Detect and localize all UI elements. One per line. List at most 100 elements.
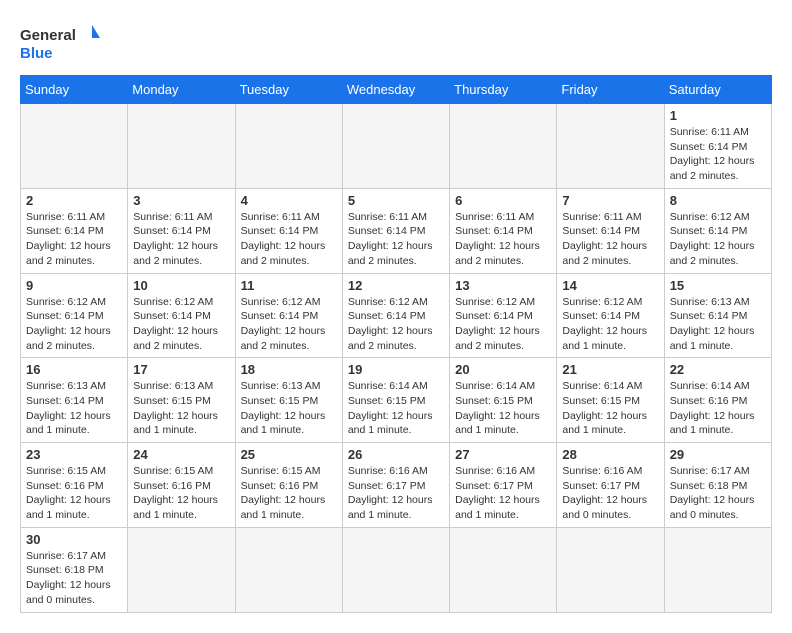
header-friday: Friday <box>557 76 664 104</box>
day-info: Sunrise: 6:14 AMSunset: 6:15 PMDaylight:… <box>348 379 444 438</box>
calendar-cell: 3Sunrise: 6:11 AMSunset: 6:14 PMDaylight… <box>128 188 235 273</box>
calendar-cell: 23Sunrise: 6:15 AMSunset: 6:16 PMDayligh… <box>21 443 128 528</box>
day-info: Sunrise: 6:16 AMSunset: 6:17 PMDaylight:… <box>455 464 551 523</box>
day-info: Sunrise: 6:17 AMSunset: 6:18 PMDaylight:… <box>670 464 766 523</box>
day-info: Sunrise: 6:12 AMSunset: 6:14 PMDaylight:… <box>455 295 551 354</box>
calendar-cell: 9 Sunrise: 6:12 AMSunset: 6:14 PMDaylight… <box>21 273 128 358</box>
day-number: 18 <box>241 362 337 377</box>
calendar-cell: 15Sunrise: 6:13 AMSunset: 6:14 PMDayligh… <box>664 273 771 358</box>
calendar-cell: 2 Sunrise: 6:11 AMSunset: 6:14 PMDaylight… <box>21 188 128 273</box>
header-sunday: Sunday <box>21 76 128 104</box>
calendar-cell: 6 Sunrise: 6:11 AMSunset: 6:14 PMDaylight… <box>450 188 557 273</box>
calendar-cell <box>21 104 128 189</box>
day-number: 3 <box>133 193 229 208</box>
day-number: 5 <box>348 193 444 208</box>
day-info: Sunrise: 6:15 AMSunset: 6:16 PMDaylight:… <box>241 464 337 523</box>
day-number: 2 <box>26 193 122 208</box>
day-info: Sunrise: 6:11 AMSunset: 6:14 PMDaylight:… <box>348 210 444 269</box>
day-info: Sunrise: 6:14 AMSunset: 6:16 PMDaylight:… <box>670 379 766 438</box>
week-row-3: 9 Sunrise: 6:12 AMSunset: 6:14 PMDaylight… <box>21 273 772 358</box>
week-row-2: 2 Sunrise: 6:11 AMSunset: 6:14 PMDaylight… <box>21 188 772 273</box>
week-row-1: 1Sunrise: 6:11 AMSunset: 6:14 PMDaylight… <box>21 104 772 189</box>
calendar-cell: 4 Sunrise: 6:11 AMSunset: 6:14 PMDaylight… <box>235 188 342 273</box>
day-info: Sunrise: 6:12 AMSunset: 6:14 PMDaylight:… <box>562 295 658 354</box>
day-number: 7 <box>562 193 658 208</box>
header-wednesday: Wednesday <box>342 76 449 104</box>
day-number: 27 <box>455 447 551 462</box>
calendar-cell: 16 Sunrise: 6:13 AMSunset: 6:14 PMDayligh… <box>21 358 128 443</box>
day-number: 16 <box>26 362 122 377</box>
header-monday: Monday <box>128 76 235 104</box>
day-info: Sunrise: 6:13 AMSunset: 6:15 PMDaylight:… <box>133 379 229 438</box>
day-info: Sunrise: 6:12 AMSunset: 6:14 PMDaylight:… <box>670 210 766 269</box>
day-number: 1 <box>670 108 766 123</box>
day-info: Sunrise: 6:11 AMSunset: 6:14 PMDaylight:… <box>241 210 337 269</box>
calendar-cell: 10Sunrise: 6:12 AMSunset: 6:14 PMDayligh… <box>128 273 235 358</box>
calendar-table: SundayMondayTuesdayWednesdayThursdayFrid… <box>20 75 772 613</box>
day-number: 20 <box>455 362 551 377</box>
day-info: Sunrise: 6:13 AMSunset: 6:14 PMDaylight:… <box>26 379 122 438</box>
calendar-cell: 14 Sunrise: 6:12 AMSunset: 6:14 PMDayligh… <box>557 273 664 358</box>
week-row-5: 23Sunrise: 6:15 AMSunset: 6:16 PMDayligh… <box>21 443 772 528</box>
day-number: 17 <box>133 362 229 377</box>
day-number: 4 <box>241 193 337 208</box>
week-row-6: 30Sunrise: 6:17 AMSunset: 6:18 PMDayligh… <box>21 527 772 612</box>
week-row-4: 16 Sunrise: 6:13 AMSunset: 6:14 PMDayligh… <box>21 358 772 443</box>
calendar-cell: 12 Sunrise: 6:12 AMSunset: 6:14 PMDayligh… <box>342 273 449 358</box>
day-number: 9 <box>26 278 122 293</box>
svg-text:General: General <box>20 27 76 44</box>
day-number: 13 <box>455 278 551 293</box>
day-number: 30 <box>26 532 122 547</box>
day-number: 12 <box>348 278 444 293</box>
day-number: 8 <box>670 193 766 208</box>
calendar-cell: 26 Sunrise: 6:16 AMSunset: 6:17 PMDayligh… <box>342 443 449 528</box>
calendar-cell: 20Sunrise: 6:14 AMSunset: 6:15 PMDayligh… <box>450 358 557 443</box>
calendar-cell <box>557 104 664 189</box>
header-tuesday: Tuesday <box>235 76 342 104</box>
calendar-cell: 25Sunrise: 6:15 AMSunset: 6:16 PMDayligh… <box>235 443 342 528</box>
day-number: 24 <box>133 447 229 462</box>
day-number: 10 <box>133 278 229 293</box>
calendar-cell: 27 Sunrise: 6:16 AMSunset: 6:17 PMDayligh… <box>450 443 557 528</box>
day-number: 15 <box>670 278 766 293</box>
day-number: 26 <box>348 447 444 462</box>
day-info: Sunrise: 6:15 AMSunset: 6:16 PMDaylight:… <box>26 464 122 523</box>
calendar-cell: 7Sunrise: 6:11 AMSunset: 6:14 PMDaylight… <box>557 188 664 273</box>
logo-svg: General Blue <box>20 20 100 65</box>
header-thursday: Thursday <box>450 76 557 104</box>
calendar-cell: 13 Sunrise: 6:12 AMSunset: 6:14 PMDayligh… <box>450 273 557 358</box>
day-info: Sunrise: 6:11 AMSunset: 6:14 PMDaylight:… <box>455 210 551 269</box>
calendar-header-row: SundayMondayTuesdayWednesdayThursdayFrid… <box>21 76 772 104</box>
day-info: Sunrise: 6:16 AMSunset: 6:17 PMDaylight:… <box>348 464 444 523</box>
day-info: Sunrise: 6:12 AMSunset: 6:14 PMDaylight:… <box>26 295 122 354</box>
calendar-cell <box>235 527 342 612</box>
calendar-cell: 18 Sunrise: 6:13 AMSunset: 6:15 PMDayligh… <box>235 358 342 443</box>
day-info: Sunrise: 6:13 AMSunset: 6:15 PMDaylight:… <box>241 379 337 438</box>
day-number: 6 <box>455 193 551 208</box>
calendar-cell <box>557 527 664 612</box>
day-info: Sunrise: 6:12 AMSunset: 6:14 PMDaylight:… <box>348 295 444 354</box>
calendar-cell <box>664 527 771 612</box>
calendar-cell: 29 Sunrise: 6:17 AMSunset: 6:18 PMDayligh… <box>664 443 771 528</box>
svg-text:Blue: Blue <box>20 45 53 62</box>
calendar-cell: 19 Sunrise: 6:14 AMSunset: 6:15 PMDayligh… <box>342 358 449 443</box>
calendar-cell: 8 Sunrise: 6:12 AMSunset: 6:14 PMDaylight… <box>664 188 771 273</box>
day-info: Sunrise: 6:11 AMSunset: 6:14 PMDaylight:… <box>26 210 122 269</box>
calendar-cell: 5 Sunrise: 6:11 AMSunset: 6:14 PMDaylight… <box>342 188 449 273</box>
calendar-cell <box>342 104 449 189</box>
calendar-cell <box>450 527 557 612</box>
calendar-cell: 24 Sunrise: 6:15 AMSunset: 6:16 PMDayligh… <box>128 443 235 528</box>
day-number: 22 <box>670 362 766 377</box>
day-number: 14 <box>562 278 658 293</box>
day-info: Sunrise: 6:15 AMSunset: 6:16 PMDaylight:… <box>133 464 229 523</box>
calendar-cell <box>128 527 235 612</box>
calendar-cell: 21 Sunrise: 6:14 AMSunset: 6:15 PMDayligh… <box>557 358 664 443</box>
day-info: Sunrise: 6:14 AMSunset: 6:15 PMDaylight:… <box>562 379 658 438</box>
day-number: 19 <box>348 362 444 377</box>
calendar-cell <box>342 527 449 612</box>
day-number: 29 <box>670 447 766 462</box>
day-number: 21 <box>562 362 658 377</box>
day-info: Sunrise: 6:12 AMSunset: 6:14 PMDaylight:… <box>241 295 337 354</box>
calendar-cell: 30Sunrise: 6:17 AMSunset: 6:18 PMDayligh… <box>21 527 128 612</box>
day-number: 11 <box>241 278 337 293</box>
